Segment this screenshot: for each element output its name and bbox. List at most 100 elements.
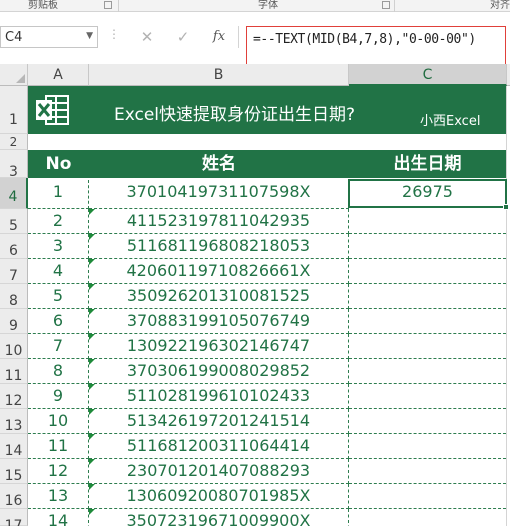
ribbon-separator (394, 0, 395, 12)
table-cell-no[interactable]: 6 (28, 309, 89, 334)
column-header-c[interactable]: C (349, 64, 507, 86)
row-header-17[interactable]: 17 (0, 509, 28, 526)
row-header-5[interactable]: 5 (0, 209, 28, 234)
table-cell-no[interactable]: 12 (28, 459, 89, 484)
table-cell-id[interactable]: 511028199610102433 (89, 384, 349, 409)
row-header-16[interactable]: 16 (0, 484, 28, 509)
table-cell-birthdate[interactable] (349, 359, 506, 384)
row-header-6[interactable]: 6 (0, 234, 28, 259)
text-number-warning-icon[interactable] (89, 484, 95, 490)
table-cell-id[interactable]: 230701201407088293 (89, 459, 349, 484)
row-header-10[interactable]: 10 (0, 334, 28, 359)
text-number-warning-icon[interactable] (89, 409, 95, 415)
chevron-down-icon[interactable]: ▼ (86, 31, 93, 41)
table-cell-id[interactable]: 411523197811042935 (89, 209, 349, 234)
ribbon-group-alignment[interactable]: 对齐 (490, 0, 510, 11)
text-number-warning-icon[interactable] (89, 509, 95, 515)
font-launcher-icon[interactable] (382, 1, 390, 9)
text-number-warning-icon[interactable] (89, 209, 95, 215)
fill-handle[interactable] (503, 204, 509, 210)
table-cell-birthdate[interactable] (349, 209, 506, 234)
table-cell-id[interactable]: 42060119710826661X (89, 259, 349, 284)
table-cell-id[interactable]: 350926201310081525 (89, 284, 349, 309)
excel-window: 剪贴板 字体 对齐 C4 ▼ ⋮ ✕ ✓ fx =--TEXT(MID(B4,7… (0, 0, 510, 526)
table-cell-no[interactable]: 14 (28, 509, 89, 526)
table-cell-id[interactable]: 370883199105076749 (89, 309, 349, 334)
column-gridline (506, 86, 507, 526)
clipboard-launcher-icon[interactable] (104, 1, 112, 9)
table-cell-birthdate[interactable] (349, 259, 506, 284)
column-header-b[interactable]: B (89, 64, 349, 86)
formula-bar-grip-icon[interactable]: ⋮ (108, 27, 120, 41)
enter-button[interactable]: ✓ (168, 26, 198, 48)
select-all-button[interactable] (0, 64, 28, 86)
table-cell-no[interactable]: 8 (28, 359, 89, 384)
column-header-a[interactable]: A (28, 64, 89, 86)
row-header-1[interactable]: 1 (0, 86, 28, 134)
text-number-warning-icon[interactable] (89, 334, 95, 340)
table-cell-birthdate[interactable] (349, 334, 506, 359)
empty-row[interactable] (28, 134, 510, 150)
table-cell-id[interactable]: 513426197201241514 (89, 409, 349, 434)
table-cell-no[interactable]: 4 (28, 259, 89, 284)
table-cell-id[interactable]: 13060920080701985X (89, 484, 349, 509)
table-cell-no[interactable]: 7 (28, 334, 89, 359)
table-cell-birthdate[interactable] (349, 309, 506, 334)
text-number-warning-icon[interactable] (89, 259, 95, 265)
row-header-12[interactable]: 12 (0, 384, 28, 409)
table-cell-no[interactable]: 9 (28, 384, 89, 409)
row-header-9[interactable]: 9 (0, 309, 28, 334)
row-header-15[interactable]: 15 (0, 459, 28, 484)
row-header-3[interactable]: 3 (0, 150, 28, 180)
ribbon-group-clipboard[interactable]: 剪贴板 (28, 0, 58, 11)
header-no[interactable]: No (28, 150, 89, 178)
row-header-2[interactable]: 2 (0, 134, 28, 150)
table-cell-birthdate[interactable] (349, 509, 506, 526)
row-header-4[interactable]: 4 (0, 178, 28, 209)
header-name[interactable]: 姓名 (89, 150, 349, 178)
table-cell-birthdate[interactable] (349, 459, 506, 484)
table-cell-id[interactable]: 37010419731107598X (89, 180, 349, 209)
table-cell-id[interactable]: 130922196302146747 (89, 334, 349, 359)
row-header-13[interactable]: 13 (0, 409, 28, 434)
text-number-warning-icon[interactable] (89, 384, 95, 390)
row-header-11[interactable]: 11 (0, 359, 28, 384)
ribbon-strip: 剪贴板 字体 对齐 (0, 0, 510, 12)
table-cell-birthdate[interactable] (349, 434, 506, 459)
table-cell-no[interactable]: 13 (28, 484, 89, 509)
table-cell-no[interactable]: 3 (28, 234, 89, 259)
table-cell-id[interactable]: 511681200311064414 (89, 434, 349, 459)
title-banner[interactable]: Excel快速提取身份证出生日期? 小西Excel (28, 86, 506, 134)
row-header-8[interactable]: 8 (0, 284, 28, 309)
ribbon-group-font[interactable]: 字体 (258, 0, 278, 11)
table-cell-birthdate[interactable] (349, 284, 506, 309)
table-cell-birthdate[interactable] (349, 234, 506, 259)
table-cell-no[interactable]: 11 (28, 434, 89, 459)
text-number-warning-icon[interactable] (89, 359, 95, 365)
formula-bar-separator (238, 26, 239, 48)
table-cell-birthdate[interactable] (349, 484, 506, 509)
text-number-warning-icon[interactable] (89, 434, 95, 440)
text-number-warning-icon[interactable] (89, 284, 95, 290)
row-header-14[interactable]: 14 (0, 434, 28, 459)
table-cell-birthdate[interactable] (349, 409, 506, 434)
header-birthdate[interactable]: 出生日期 (349, 150, 506, 178)
active-cell-border (348, 179, 507, 208)
table-cell-no[interactable]: 2 (28, 209, 89, 234)
text-number-warning-icon[interactable] (89, 309, 95, 315)
table-cell-birthdate[interactable] (349, 384, 506, 409)
row-header-7[interactable]: 7 (0, 259, 28, 284)
name-box[interactable]: C4 ▼ (0, 26, 98, 48)
banner-brand: 小西Excel (420, 114, 481, 129)
table-cell-id[interactable]: 370306199008029852 (89, 359, 349, 384)
table-cell-no[interactable]: 5 (28, 284, 89, 309)
table-cell-no[interactable]: 1 (28, 180, 89, 209)
formula-input[interactable]: =--TEXT(MID(B4,7,8),"0-00-00") (246, 26, 506, 68)
text-number-warning-icon[interactable] (89, 234, 95, 240)
table-cell-no[interactable]: 10 (28, 409, 89, 434)
insert-function-button[interactable]: fx (204, 26, 234, 48)
table-cell-id[interactable]: 511681196808218053 (89, 234, 349, 259)
text-number-warning-icon[interactable] (89, 459, 95, 465)
table-cell-id[interactable]: 35072319671009900X (89, 509, 349, 526)
cancel-button[interactable]: ✕ (132, 26, 162, 48)
